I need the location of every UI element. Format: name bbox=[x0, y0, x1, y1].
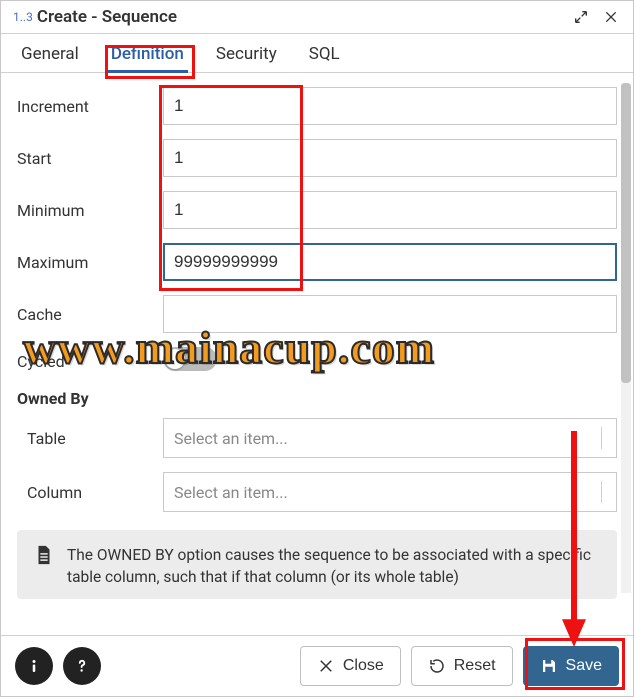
tab-sql[interactable]: SQL bbox=[305, 34, 344, 72]
tab-bar: General Definition Security SQL bbox=[1, 34, 633, 73]
cache-label: Cache bbox=[17, 305, 163, 324]
column-label: Column bbox=[17, 483, 163, 502]
info-panel: The OWNED BY option causes the sequence … bbox=[17, 530, 617, 599]
increment-input[interactable] bbox=[163, 87, 617, 125]
save-button[interactable]: Save bbox=[523, 646, 619, 686]
minimum-input[interactable] bbox=[163, 191, 617, 229]
maximum-label: Maximum bbox=[17, 253, 163, 272]
close-button-label: Close bbox=[343, 657, 384, 675]
expand-icon[interactable] bbox=[571, 7, 591, 27]
select-divider bbox=[601, 481, 602, 503]
minimum-label: Minimum bbox=[17, 201, 163, 220]
start-input[interactable] bbox=[163, 139, 617, 177]
table-select-placeholder: Select an item... bbox=[174, 429, 288, 448]
dialog-title: Create - Sequence bbox=[37, 7, 561, 27]
increment-label: Increment bbox=[17, 97, 163, 116]
column-select[interactable]: Select an item... bbox=[163, 472, 617, 512]
close-icon[interactable] bbox=[601, 7, 621, 27]
vertical-scrollbar[interactable] bbox=[621, 83, 631, 593]
cycled-toggle[interactable] bbox=[163, 347, 217, 371]
start-label: Start bbox=[17, 149, 163, 168]
table-label: Table bbox=[17, 429, 163, 448]
info-button[interactable] bbox=[15, 647, 53, 685]
save-button-label: Save bbox=[566, 657, 602, 675]
document-icon bbox=[33, 544, 55, 589]
maximum-input[interactable] bbox=[163, 243, 617, 281]
dialog-header: 1..3 Create - Sequence bbox=[1, 1, 633, 34]
create-sequence-dialog: 1..3 Create - Sequence General Definitio… bbox=[0, 0, 634, 697]
reset-button-label: Reset bbox=[454, 657, 496, 675]
cache-input[interactable] bbox=[163, 295, 617, 333]
cycled-label: Cycled bbox=[17, 352, 163, 371]
tab-definition[interactable]: Definition bbox=[107, 34, 188, 72]
tab-security[interactable]: Security bbox=[212, 34, 281, 72]
info-text: The OWNED BY option causes the sequence … bbox=[67, 544, 601, 589]
reset-button[interactable]: Reset bbox=[411, 646, 513, 686]
tab-general[interactable]: General bbox=[17, 34, 83, 72]
dialog-footer: Close Reset Save bbox=[1, 635, 633, 696]
sequence-range: 1..3 bbox=[13, 10, 33, 24]
table-select[interactable]: Select an item... bbox=[163, 418, 617, 458]
owned-by-heading: Owned By bbox=[17, 389, 617, 408]
column-select-placeholder: Select an item... bbox=[174, 483, 288, 502]
close-button[interactable]: Close bbox=[300, 646, 401, 686]
dialog-body: Increment Start Minimum Maximum Cache Cy… bbox=[1, 73, 633, 635]
help-button[interactable] bbox=[63, 647, 101, 685]
select-divider bbox=[601, 427, 602, 449]
